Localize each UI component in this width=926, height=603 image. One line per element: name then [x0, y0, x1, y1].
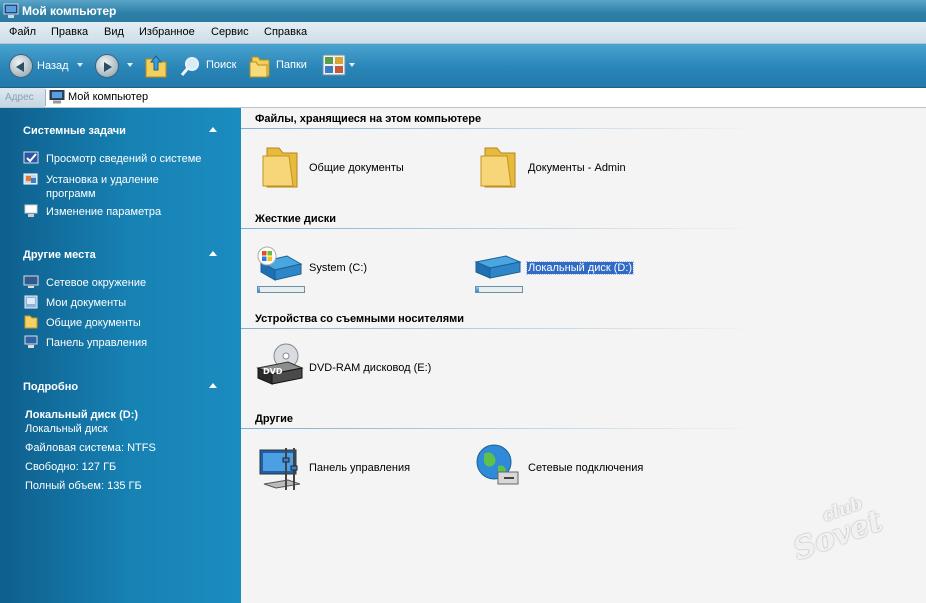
folders-icon[interactable] [249, 53, 271, 79]
folder-up-icon[interactable] [144, 53, 168, 79]
sidebar-item-label: Просмотр сведений о системе [46, 153, 202, 165]
title-bar: Мой компьютер [0, 0, 926, 22]
item-system-drive[interactable]: System (C:) [309, 262, 367, 274]
task-pane: Системные задачи Просмотр сведений о сис… [0, 108, 241, 603]
sidebar-item-add-remove[interactable]: Установка и удаление программ [23, 172, 223, 202]
details-free-space: Свободно: 127 ГБ [25, 461, 117, 473]
search-icon[interactable] [180, 55, 202, 77]
menu-help[interactable]: Справка [264, 26, 307, 38]
section-title-stored-files: Файлы, хранящиеся на этом компьютере [255, 113, 482, 125]
address-field[interactable]: Мой компьютер [45, 89, 925, 106]
other-places-header[interactable]: Другие места [23, 249, 96, 261]
section-divider [241, 428, 761, 429]
menu-favorites[interactable]: Избранное [139, 26, 195, 38]
system-info-icon [23, 151, 39, 164]
details-name: Локальный диск (D:) [25, 409, 139, 421]
control-setting-icon [24, 204, 38, 217]
computer-icon [3, 3, 19, 18]
sidebar-item-label: Установка и удаление программ [46, 174, 159, 200]
details-filesystem: Файловая система: NTFS [25, 442, 156, 454]
item-dvd-drive[interactable]: DVD-RAM дисковод (E:) [309, 362, 431, 374]
network-connections-icon[interactable] [474, 442, 522, 490]
back-arrow-icon[interactable] [9, 54, 33, 78]
section-divider [241, 228, 761, 229]
forward-arrow-icon[interactable] [95, 54, 119, 78]
toolbar: Назад Поиск Папки [0, 44, 926, 88]
capacity-bar-fill [476, 287, 479, 292]
section-title-removable: Устройства со съемными носителями [255, 313, 465, 325]
my-documents-icon [24, 295, 38, 309]
window-title: Мой компьютер [22, 4, 117, 18]
section-title-hard-disks: Жесткие диски [255, 213, 336, 225]
folder-icon[interactable] [475, 142, 523, 190]
svg-text:DVD: DVD [263, 367, 283, 376]
capacity-bar-fill [258, 287, 260, 292]
collapse-chevron-icon[interactable] [209, 127, 217, 132]
local-drive-icon[interactable] [474, 250, 522, 284]
capacity-bar-c [257, 286, 305, 293]
control-panel-icon[interactable] [256, 444, 304, 492]
item-network-connections[interactable]: Сетевые подключения [528, 462, 643, 474]
item-local-drive-d[interactable]: Локальный диск (D:) [525, 261, 635, 275]
add-remove-programs-icon [23, 173, 38, 185]
search-button-label[interactable]: Поиск [206, 59, 236, 71]
back-dropdown-icon[interactable] [77, 63, 83, 67]
menu-tools[interactable]: Сервис [211, 26, 249, 38]
system-tasks-header[interactable]: Системные задачи [23, 125, 126, 137]
network-places-icon [23, 275, 39, 288]
sidebar-item-label: Общие документы [46, 317, 141, 329]
address-caption: Адрес [0, 88, 45, 107]
capacity-bar-d [475, 286, 523, 293]
control-panel-icon [24, 335, 38, 348]
collapse-chevron-icon[interactable] [209, 251, 217, 256]
sidebar-item-label: Изменение параметра [46, 206, 162, 218]
folder-icon [24, 315, 38, 329]
address-bar: Адрес Мой компьютер [0, 88, 926, 108]
details-header[interactable]: Подробно [23, 381, 78, 393]
item-shared-documents[interactable]: Общие документы [309, 162, 404, 174]
menu-bar: Файл Правка Вид Избранное Сервис Справка [0, 22, 926, 44]
views-dropdown-icon[interactable] [349, 63, 355, 67]
menu-edit[interactable]: Правка [51, 26, 88, 38]
collapse-chevron-icon[interactable] [209, 383, 217, 388]
item-admin-documents[interactable]: Документы - Admin [528, 162, 626, 174]
item-control-panel[interactable]: Панель управления [309, 462, 410, 474]
sidebar-item-label: Сетевое окружение [46, 277, 147, 289]
folder-icon[interactable] [257, 142, 305, 190]
computer-icon [49, 90, 65, 104]
back-button-label[interactable]: Назад [37, 60, 69, 72]
forward-dropdown-icon[interactable] [127, 63, 133, 67]
details-type: Локальный диск [25, 423, 108, 435]
address-value: Мой компьютер [68, 91, 149, 103]
folders-button-label[interactable]: Папки [276, 59, 307, 71]
sidebar-item-label: Мои документы [46, 297, 127, 309]
dvd-drive-icon[interactable]: DVD [256, 342, 304, 388]
section-title-other: Другие [255, 413, 293, 425]
views-icon[interactable] [322, 54, 346, 76]
menu-file[interactable]: Файл [9, 26, 36, 38]
menu-view[interactable]: Вид [104, 26, 124, 38]
section-divider [241, 128, 761, 129]
section-divider [241, 328, 761, 329]
system-drive-icon[interactable] [255, 244, 303, 284]
details-total-size: Полный объем: 135 ГБ [25, 480, 142, 492]
sidebar-item-label: Панель управления [46, 337, 148, 349]
